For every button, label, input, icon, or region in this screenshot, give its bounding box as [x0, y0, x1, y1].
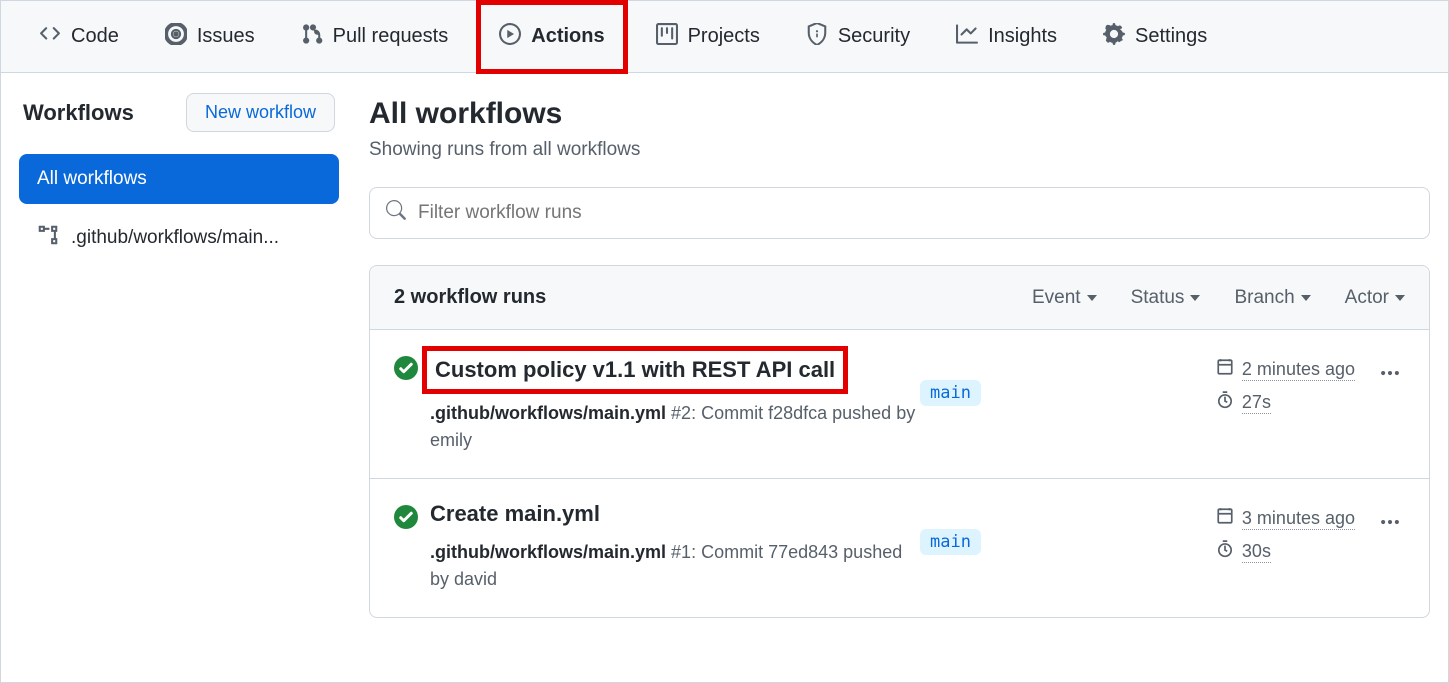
filter-actor[interactable]: Actor	[1345, 287, 1405, 309]
run-title-link[interactable]: Create main.yml	[430, 495, 608, 533]
pull-request-icon	[301, 23, 323, 51]
run-commit-sha[interactable]: 77ed843	[768, 542, 838, 562]
run-number: #2	[671, 403, 691, 423]
sidebar-wf1-label: .github/workflows/main...	[71, 227, 279, 249]
project-icon	[656, 23, 678, 51]
status-success-icon	[394, 505, 418, 534]
nav-pulls[interactable]: Pull requests	[283, 13, 467, 61]
run-duration: 27s	[1242, 392, 1271, 414]
branch-badge[interactable]: main	[920, 380, 981, 406]
sidebar-all-label: All workflows	[37, 168, 147, 190]
workflow-icon	[37, 224, 59, 252]
nav-insights-label: Insights	[988, 25, 1057, 48]
workflows-main: All workflows Showing runs from all work…	[369, 93, 1430, 618]
branch-badge[interactable]: main	[920, 529, 981, 555]
sidebar-item-all-workflows[interactable]: All workflows	[19, 154, 339, 204]
graph-icon	[956, 23, 978, 51]
gear-icon	[1103, 23, 1125, 51]
caret-down-icon	[1301, 295, 1311, 301]
filter-runs-input[interactable]	[418, 202, 1413, 224]
sidebar-item-workflow-main[interactable]: .github/workflows/main...	[19, 210, 339, 266]
nav-actions-label: Actions	[531, 25, 604, 48]
run-workflow-file: .github/workflows/main.yml	[430, 542, 666, 562]
run-number: #1	[671, 542, 691, 562]
runs-count-label: 2 workflow runs	[394, 286, 546, 309]
runs-list: 2 workflow runs Event Status Branch Acto…	[369, 265, 1430, 618]
nav-insights[interactable]: Insights	[938, 13, 1075, 61]
run-row: Create main.yml .github/workflows/main.y…	[370, 479, 1429, 617]
play-circle-icon	[499, 23, 521, 51]
nav-pulls-label: Pull requests	[333, 25, 449, 48]
stopwatch-icon	[1216, 540, 1234, 563]
page-subtitle: Showing runs from all workflows	[369, 139, 1430, 161]
run-workflow-file: .github/workflows/main.yml	[430, 403, 666, 423]
run-meta: .github/workflows/main.yml #1: Commit 77…	[430, 539, 920, 593]
nav-issues-label: Issues	[197, 25, 255, 48]
status-success-icon	[394, 356, 418, 385]
run-time-ago: 2 minutes ago	[1242, 359, 1355, 381]
runs-list-header: 2 workflow runs Event Status Branch Acto…	[370, 266, 1429, 330]
issues-icon	[165, 23, 187, 51]
run-title-link[interactable]: Custom policy v1.1 with REST API call	[422, 346, 848, 394]
caret-down-icon	[1087, 295, 1097, 301]
run-time-ago: 3 minutes ago	[1242, 508, 1355, 530]
nav-projects[interactable]: Projects	[638, 13, 778, 61]
page-title: All workflows	[369, 97, 1430, 131]
code-icon	[39, 23, 61, 51]
nav-security[interactable]: Security	[788, 13, 928, 61]
run-actor[interactable]: emily	[430, 430, 472, 450]
nav-code-label: Code	[71, 25, 119, 48]
nav-security-label: Security	[838, 25, 910, 48]
nav-settings-label: Settings	[1135, 25, 1207, 48]
nav-issues[interactable]: Issues	[147, 13, 273, 61]
calendar-icon	[1216, 507, 1234, 530]
stopwatch-icon	[1216, 391, 1234, 414]
nav-projects-label: Projects	[688, 25, 760, 48]
run-meta: .github/workflows/main.yml #2: Commit f2…	[430, 400, 920, 454]
filter-status[interactable]: Status	[1131, 287, 1201, 309]
run-duration: 30s	[1242, 541, 1271, 563]
run-actor[interactable]: david	[454, 569, 497, 589]
nav-code[interactable]: Code	[21, 13, 137, 61]
run-row: Custom policy v1.1 with REST API call .g…	[370, 330, 1429, 479]
workflows-sidebar: Workflows New workflow All workflows .gi…	[19, 93, 339, 618]
calendar-icon	[1216, 358, 1234, 381]
search-icon	[386, 200, 406, 226]
run-actions-menu[interactable]	[1375, 358, 1405, 393]
nav-actions[interactable]: Actions	[476, 0, 627, 74]
caret-down-icon	[1190, 295, 1200, 301]
sidebar-title: Workflows	[23, 100, 134, 126]
repo-nav: Code Issues Pull requests Actions Projec…	[1, 1, 1448, 73]
filter-branch[interactable]: Branch	[1234, 287, 1310, 309]
run-actions-menu[interactable]	[1375, 507, 1405, 542]
run-commit-sha[interactable]: f28dfca	[768, 403, 827, 423]
new-workflow-button[interactable]: New workflow	[186, 93, 335, 132]
nav-settings[interactable]: Settings	[1085, 13, 1225, 61]
shield-icon	[806, 23, 828, 51]
caret-down-icon	[1395, 295, 1405, 301]
filter-event[interactable]: Event	[1032, 287, 1097, 309]
filter-runs-input-wrapper[interactable]	[369, 187, 1430, 239]
